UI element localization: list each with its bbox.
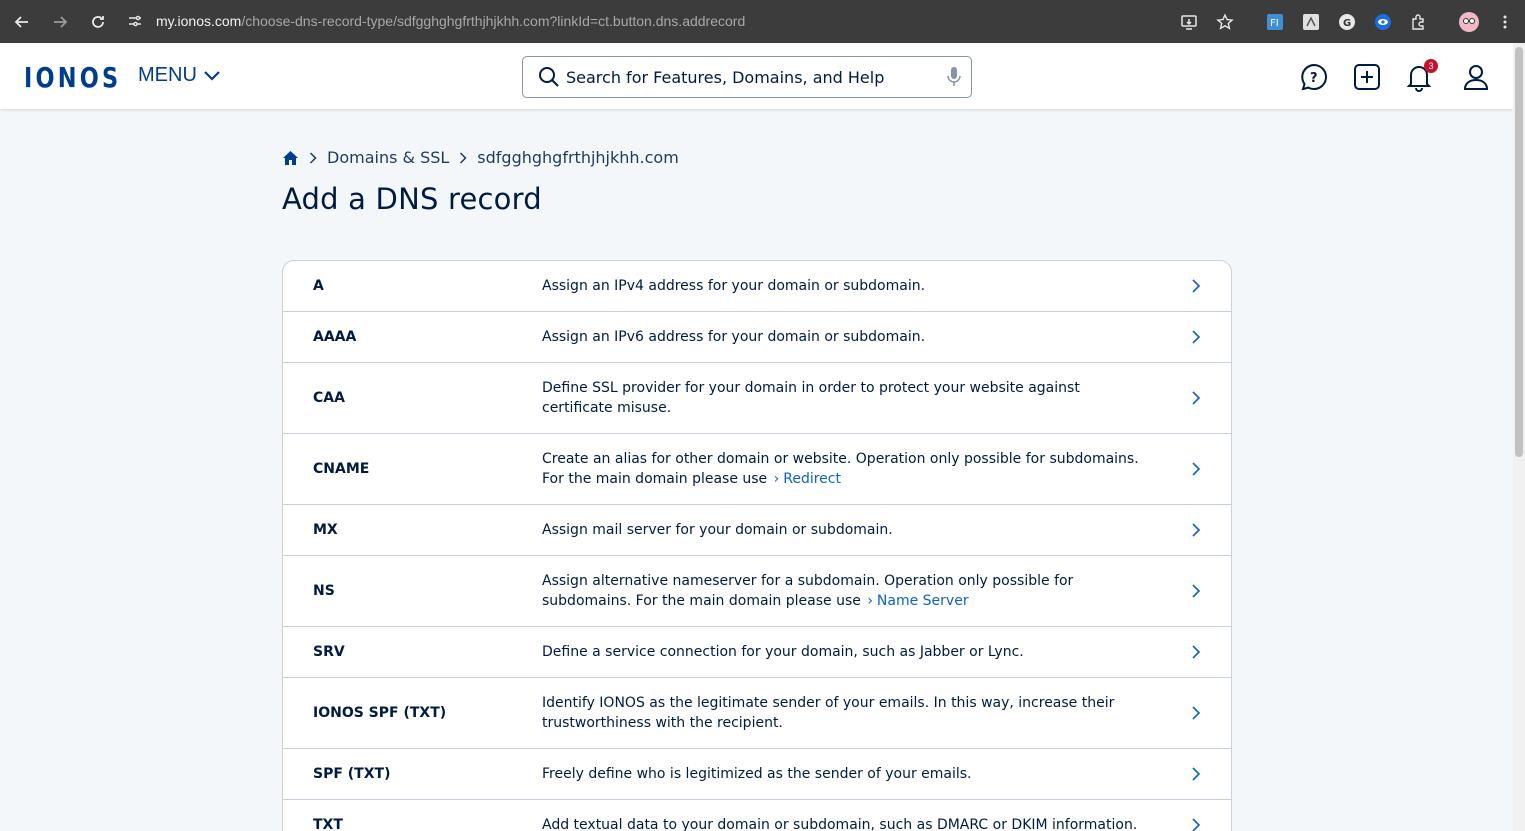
record-description: Assign an IPv6 address for your domain o… — [542, 329, 926, 345]
extension-icon[interactable] — [1365, 4, 1401, 40]
url-path: /choose-dns-record-type/sdfgghghgfrthjhj… — [241, 13, 746, 29]
chevron-right-icon — [309, 151, 317, 164]
site-info-icon[interactable] — [120, 13, 150, 29]
back-icon[interactable] — [4, 4, 40, 40]
scrollbar-thumb[interactable] — [1515, 47, 1523, 457]
chevron-right-icon — [1192, 706, 1201, 720]
svg-text:?: ? — [1310, 71, 1318, 86]
record-type: AAAA — [313, 329, 357, 345]
record-description: Assign mail server for your domain or su… — [542, 522, 893, 538]
record-description: Add textual data to your domain or subdo… — [542, 817, 1138, 831]
record-type: SRV — [313, 644, 345, 660]
chevron-right-icon: › — [867, 593, 873, 609]
record-type: SPF (TXT) — [313, 766, 391, 782]
record-description: Create an alias for other domain or webs… — [542, 449, 1142, 489]
url-host: my.ionos.com — [156, 13, 242, 29]
search-box — [522, 56, 972, 98]
extension-icon[interactable] — [1293, 4, 1329, 40]
record-row-caa[interactable]: CAA Define SSL provider for your domain … — [283, 363, 1231, 434]
help-chat-icon[interactable]: ? — [1297, 60, 1331, 94]
record-row-a[interactable]: A Assign an IPv4 address for your domain… — [283, 261, 1231, 312]
page-title: Add a DNS record — [282, 182, 542, 216]
menu-label: MENU — [138, 64, 197, 86]
chevron-right-icon — [1192, 584, 1201, 598]
redirect-link-label: Redirect — [783, 471, 841, 487]
install-app-icon[interactable] — [1171, 4, 1207, 40]
record-description: Define SSL provider for your domain in o… — [542, 380, 1080, 416]
reload-icon[interactable] — [80, 4, 116, 40]
name-server-link[interactable]: › Name Server — [865, 593, 968, 609]
record-row-ns[interactable]: NS Assign alternative nameserver for a s… — [283, 556, 1231, 627]
record-description: Freely define who is legitimized as the … — [542, 766, 972, 782]
search-icon — [539, 67, 559, 87]
search-input[interactable] — [566, 67, 936, 87]
chevron-right-icon — [1192, 818, 1201, 831]
record-description: Define a service connection for your dom… — [542, 644, 1024, 660]
home-icon[interactable] — [282, 150, 299, 166]
chevron-right-icon — [1192, 767, 1201, 781]
record-row-aaaa[interactable]: AAAA Assign an IPv6 address for your dom… — [283, 312, 1231, 363]
browser-toolbar: my.ionos.com/choose-dns-record-type/sdfg… — [0, 0, 1525, 43]
record-description: Identify IONOS as the legitimate sender … — [542, 695, 1115, 731]
forward-icon[interactable] — [42, 4, 78, 40]
record-type: CNAME — [313, 461, 370, 477]
kebab-menu-icon[interactable] — [1487, 4, 1523, 40]
record-row-srv[interactable]: SRV Define a service connection for your… — [283, 627, 1231, 678]
record-row-cname[interactable]: CNAME Create an alias for other domain o… — [283, 434, 1231, 505]
record-description: Assign alternative nameserver for a subd… — [542, 571, 1142, 611]
chevron-right-icon: › — [773, 471, 780, 487]
breadcrumb-item-domains[interactable]: Domains & SSL — [327, 148, 449, 167]
record-type: A — [313, 278, 324, 294]
record-row-mx[interactable]: MX Assign mail server for your domain or… — [283, 505, 1231, 556]
chevron-down-icon — [204, 70, 220, 81]
name-server-link-label: Name Server — [876, 593, 969, 609]
record-row-spf[interactable]: SPF (TXT) Freely define who is legitimiz… — [283, 749, 1231, 800]
puzzle-icon[interactable] — [1401, 4, 1437, 40]
profile-avatar[interactable] — [1451, 4, 1487, 40]
record-row-txt[interactable]: TXT Add textual data to your domain or s… — [283, 800, 1231, 831]
bookmark-star-icon[interactable] — [1207, 4, 1243, 40]
notifications-bell-icon[interactable]: 3 — [1402, 59, 1438, 94]
notifications-badge: 3 — [1424, 59, 1438, 73]
ionos-logo[interactable]: IONOS — [24, 61, 121, 94]
record-type: IONOS SPF (TXT) — [313, 705, 447, 721]
svg-text:FI: FI — [1270, 18, 1279, 29]
chevron-right-icon — [460, 151, 467, 164]
chevron-right-icon — [1192, 645, 1201, 659]
chevron-right-icon — [1192, 462, 1201, 476]
address-bar[interactable]: my.ionos.com/choose-dns-record-type/sdfg… — [120, 6, 745, 36]
record-type: TXT — [313, 817, 343, 831]
chevron-right-icon — [1192, 330, 1201, 344]
record-type: MX — [313, 522, 338, 538]
record-description-text: Assign alternative nameserver for a subd… — [542, 573, 1074, 609]
svg-text:G: G — [1343, 18, 1351, 29]
breadcrumb-item-domain[interactable]: sdfgghghgfrthjhjkhh.com — [477, 148, 679, 167]
extension-icon[interactable]: FI — [1257, 4, 1293, 40]
user-account-icon[interactable] — [1459, 60, 1493, 94]
chevron-right-icon — [1192, 391, 1201, 405]
breadcrumb: Domains & SSL sdfgghghgfrthjhjkhh.com — [282, 148, 679, 167]
redirect-link[interactable]: › Redirect — [772, 471, 841, 487]
chevron-right-icon — [1192, 279, 1201, 293]
app-header: IONOS MENU ? 3 — [0, 43, 1513, 109]
extension-icon[interactable]: G — [1329, 4, 1365, 40]
record-row-ionos-spf[interactable]: IONOS SPF (TXT) Identify IONOS as the le… — [283, 678, 1231, 749]
microphone-icon[interactable] — [947, 66, 961, 88]
record-type: CAA — [313, 390, 345, 406]
dns-record-type-list: A Assign an IPv4 address for your domain… — [282, 260, 1232, 831]
record-description: Assign an IPv4 address for your domain o… — [542, 278, 926, 294]
record-type: NS — [313, 583, 335, 599]
chevron-right-icon — [1192, 523, 1201, 537]
menu-button[interactable]: MENU — [138, 64, 221, 87]
page-scrollbar[interactable] — [1513, 43, 1525, 831]
add-icon[interactable] — [1350, 60, 1384, 94]
